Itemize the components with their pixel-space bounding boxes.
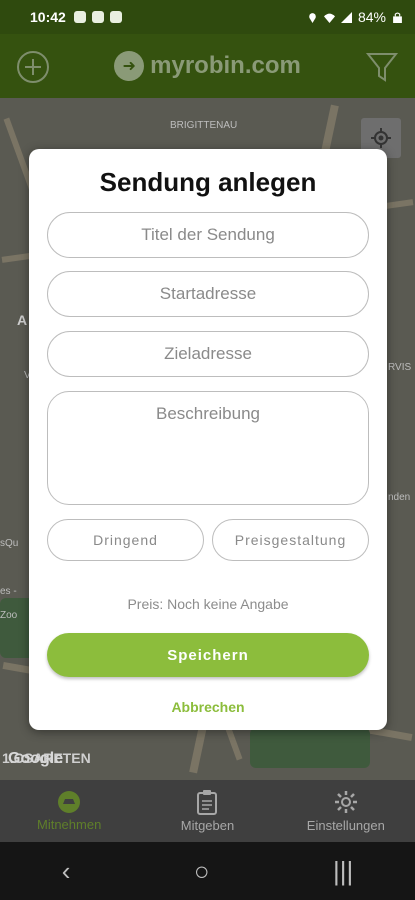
save-button[interactable]: Speichern <box>47 633 369 677</box>
cancel-button[interactable]: Abbrechen <box>29 699 387 715</box>
destination-address-input[interactable]: Zieladresse <box>47 331 369 377</box>
shipment-title-input[interactable]: Titel der Sendung <box>47 212 369 258</box>
price-info: Preis: Noch keine Angabe <box>127 596 289 612</box>
urgent-toggle-button[interactable]: Dringend <box>47 519 204 561</box>
dialog-title: Sendung anlegen <box>99 167 317 197</box>
start-address-input[interactable]: Startadresse <box>47 271 369 317</box>
pricing-button[interactable]: Preisgestaltung <box>212 519 369 561</box>
create-shipment-dialog: Sendung anlegen Titel der Sendung Starta… <box>29 149 387 730</box>
description-textarea[interactable]: Beschreibung <box>47 391 369 505</box>
